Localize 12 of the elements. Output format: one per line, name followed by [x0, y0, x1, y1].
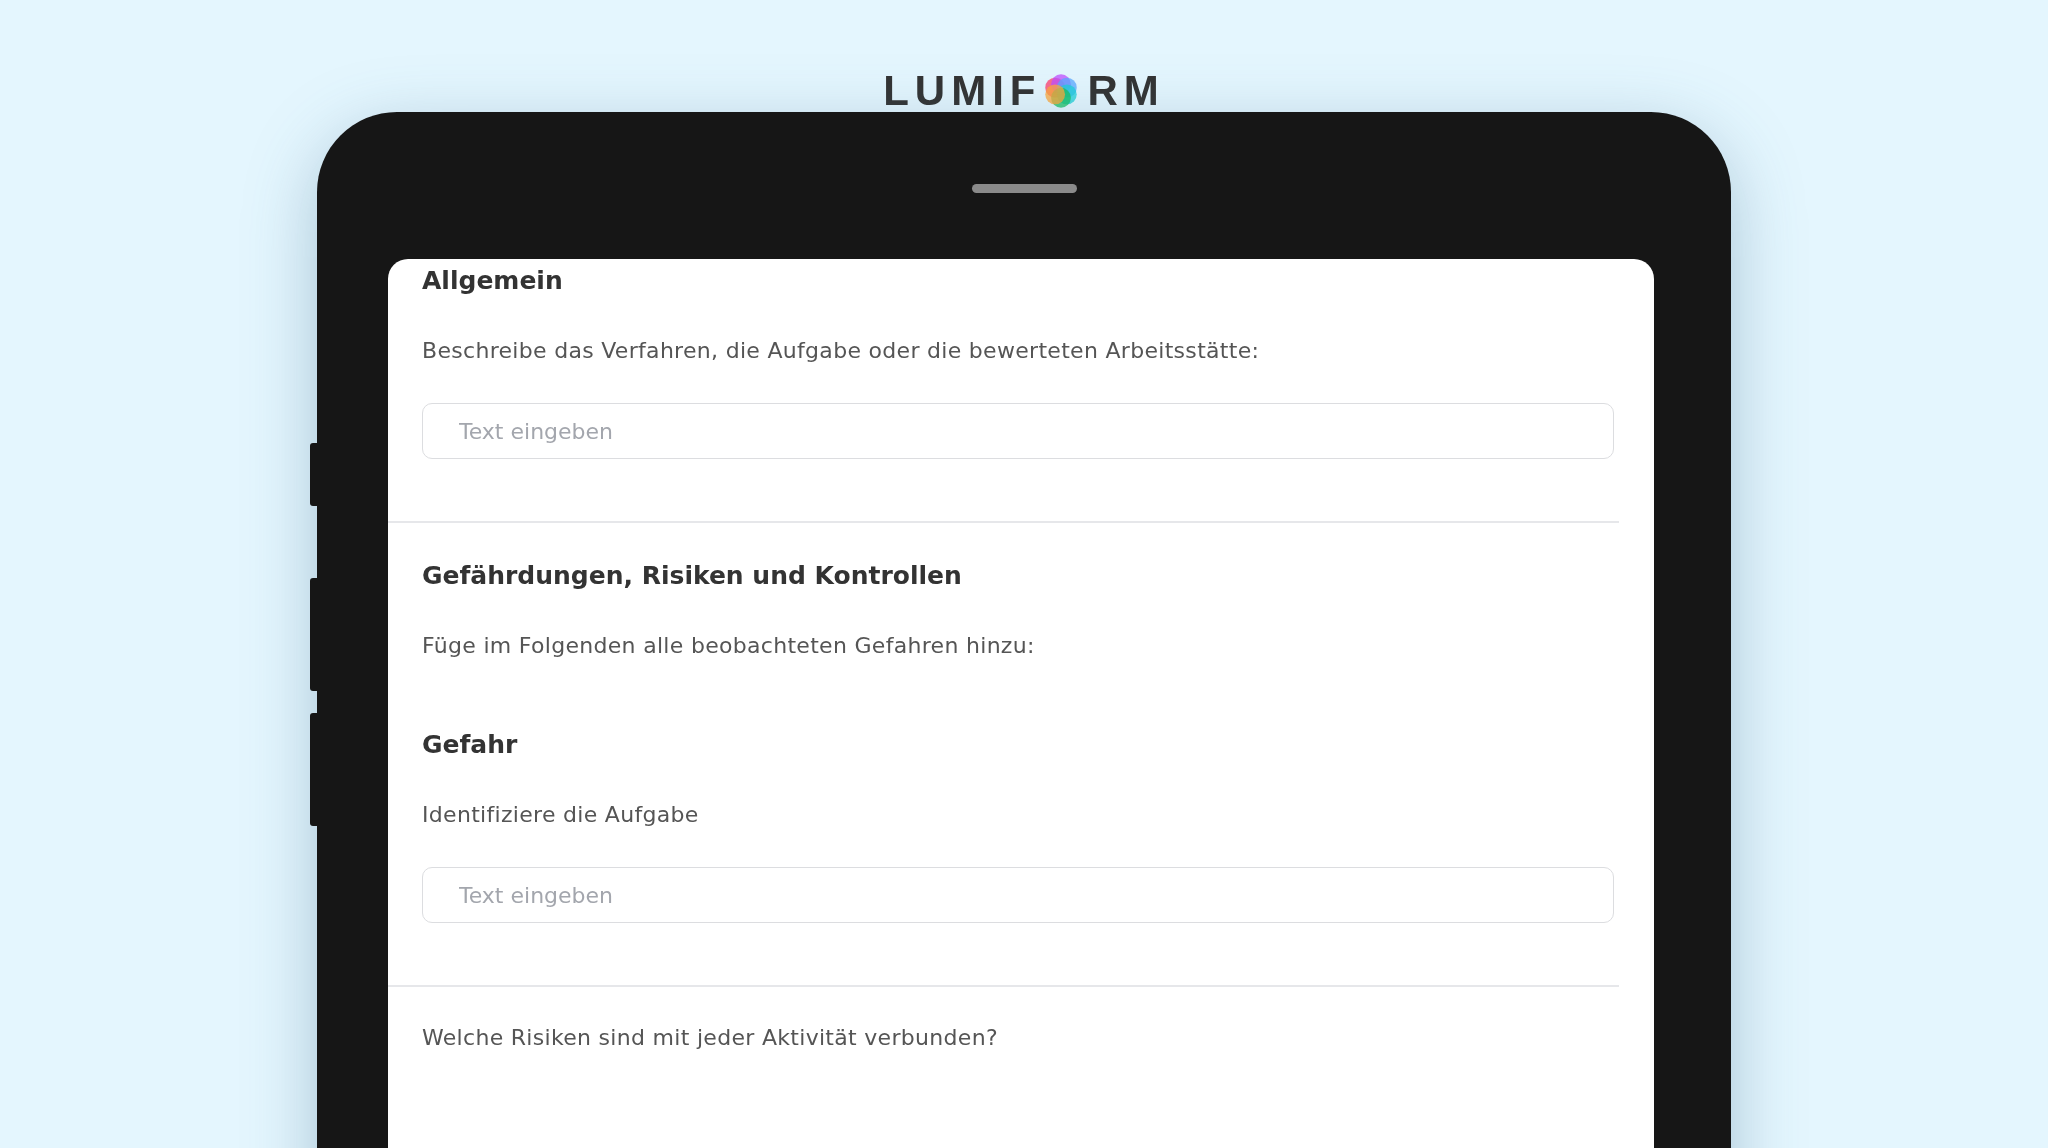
- text-input-field[interactable]: Text eingeben: [422, 403, 1614, 459]
- text-input-field[interactable]: Text eingeben: [422, 867, 1614, 923]
- section-heading: Gefahr: [422, 729, 519, 761]
- question-label: Identifiziere die Aufgabe: [422, 801, 700, 829]
- section-heading: Allgemein: [422, 265, 564, 297]
- question-label: Füge im Folgenden alle beobachteten Gefahren hinzu:: [422, 632, 1036, 660]
- logo-text: LUMIF: [883, 70, 1042, 112]
- logo-text: RM: [1087, 70, 1165, 112]
- question-label: Beschreibe das Verfahren, die Aufgabe oder die bewerteten Arbeitsstätte:: [422, 337, 1261, 365]
- question-label: Welche Risiken sind mit jeder Aktivität verbunden?: [422, 1024, 999, 1052]
- color-wheel-icon: [1043, 73, 1080, 109]
- section-heading: Gefährdungen, Risiken und Kontrollen: [422, 560, 963, 592]
